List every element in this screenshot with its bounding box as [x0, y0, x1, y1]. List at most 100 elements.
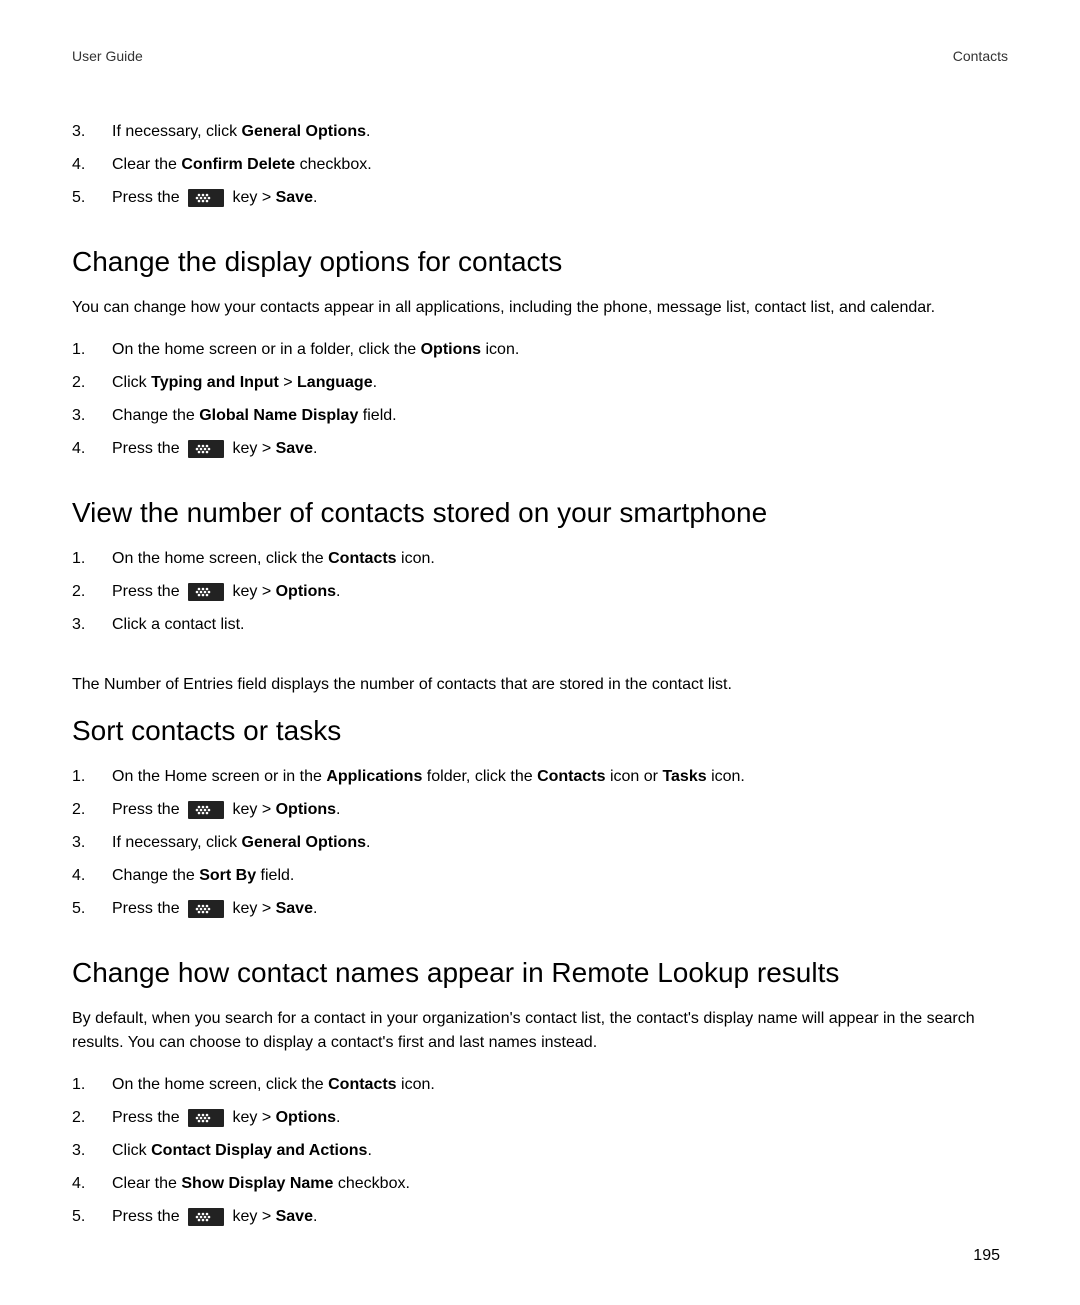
step-text: Press the key > Options. — [112, 580, 1008, 604]
step-item: 4.Clear the Confirm Delete checkbox. — [72, 153, 1008, 177]
step-text: Click Typing and Input > Language. — [112, 371, 1008, 395]
step-item: 1.On the home screen, click the Contacts… — [72, 1073, 1008, 1097]
step-item: 2.Press the key > Options. — [72, 580, 1008, 604]
step-number: 3. — [72, 404, 112, 428]
menu-key-icon — [188, 189, 224, 207]
step-item: 1.On the home screen or in a folder, cli… — [72, 338, 1008, 362]
top-steps-list: 3.If necessary, click General Options.4.… — [72, 120, 1008, 210]
bold-text: Save — [276, 440, 313, 457]
steps-list: 1.On the home screen, click the Contacts… — [72, 547, 1008, 637]
step-item: 1.On the Home screen or in the Applicati… — [72, 765, 1008, 789]
step-item: 3.Change the Global Name Display field. — [72, 404, 1008, 428]
menu-key-icon — [188, 1208, 224, 1226]
step-text: On the home screen, click the Contacts i… — [112, 547, 1008, 571]
step-text: Press the key > Save. — [112, 1205, 1008, 1229]
step-text: Press the key > Options. — [112, 1106, 1008, 1130]
page-number: 195 — [973, 1247, 1000, 1265]
step-text: Clear the Confirm Delete checkbox. — [112, 153, 1008, 177]
step-number: 1. — [72, 1073, 112, 1097]
header-left: User Guide — [72, 48, 143, 64]
bold-text: Applications — [326, 768, 422, 785]
bold-text: Contact Display and Actions — [151, 1142, 367, 1159]
step-number: 1. — [72, 547, 112, 571]
step-number: 2. — [72, 798, 112, 822]
step-text: Change the Global Name Display field. — [112, 404, 1008, 428]
step-text: Change the Sort By field. — [112, 864, 1008, 888]
step-number: 4. — [72, 153, 112, 177]
steps-list: 1.On the Home screen or in the Applicati… — [72, 765, 1008, 921]
step-text: On the Home screen or in the Application… — [112, 765, 1008, 789]
sections: Change the display options for contactsY… — [72, 246, 1008, 1229]
step-text: Press the key > Save. — [112, 897, 1008, 921]
step-item: 3.Click Contact Display and Actions. — [72, 1139, 1008, 1163]
section-heading-view-number: View the number of contacts stored on yo… — [72, 497, 1008, 529]
bold-text: Contacts — [328, 1076, 396, 1093]
step-item: 4.Press the key > Save. — [72, 437, 1008, 461]
step-number: 3. — [72, 120, 112, 144]
step-number: 2. — [72, 371, 112, 395]
page-header: User Guide Contacts — [72, 48, 1008, 64]
step-number: 3. — [72, 1139, 112, 1163]
menu-key-icon — [188, 801, 224, 819]
step-item: 5.Press the key > Save. — [72, 1205, 1008, 1229]
step-text: On the home screen, click the Contacts i… — [112, 1073, 1008, 1097]
step-number: 4. — [72, 864, 112, 888]
step-item: 2.Click Typing and Input > Language. — [72, 371, 1008, 395]
bold-text: Options — [421, 341, 481, 358]
step-item: 3.If necessary, click General Options. — [72, 120, 1008, 144]
bold-text: Sort By — [199, 867, 256, 884]
step-number: 2. — [72, 580, 112, 604]
bold-text: General Options — [242, 123, 366, 140]
bold-text: Confirm Delete — [181, 156, 295, 173]
step-number: 5. — [72, 186, 112, 210]
section-heading-change-display: Change the display options for contacts — [72, 246, 1008, 278]
step-number: 2. — [72, 1106, 112, 1130]
step-number: 3. — [72, 831, 112, 855]
step-text: If necessary, click General Options. — [112, 831, 1008, 855]
section-intro: By default, when you search for a contac… — [72, 1007, 1008, 1055]
step-text: Click a contact list. — [112, 613, 1008, 637]
bold-text: Tasks — [662, 768, 706, 785]
bold-text: Typing and Input — [151, 374, 279, 391]
step-number: 4. — [72, 1172, 112, 1196]
bold-text: Options — [276, 801, 336, 818]
bold-text: General Options — [242, 834, 366, 851]
step-item: 5.Press the key > Save. — [72, 186, 1008, 210]
step-text: If necessary, click General Options. — [112, 120, 1008, 144]
bold-text: Language — [297, 374, 373, 391]
steps-list: 1.On the home screen or in a folder, cli… — [72, 338, 1008, 461]
step-text: On the home screen or in a folder, click… — [112, 338, 1008, 362]
step-number: 1. — [72, 765, 112, 789]
step-item: 4.Change the Sort By field. — [72, 864, 1008, 888]
section-heading-remote-lookup: Change how contact names appear in Remot… — [72, 957, 1008, 989]
menu-key-icon — [188, 1109, 224, 1127]
step-text: Press the key > Options. — [112, 798, 1008, 822]
bold-text: Save — [276, 189, 313, 206]
menu-key-icon — [188, 900, 224, 918]
step-number: 4. — [72, 437, 112, 461]
bold-text: Save — [276, 900, 313, 917]
step-text: Click Contact Display and Actions. — [112, 1139, 1008, 1163]
bold-text: Contacts — [328, 550, 396, 567]
bold-text: Global Name Display — [199, 407, 358, 424]
section-outro: The Number of Entries field displays the… — [72, 673, 1008, 697]
step-text: Press the key > Save. — [112, 437, 1008, 461]
step-item: 5.Press the key > Save. — [72, 897, 1008, 921]
step-item: 4.Clear the Show Display Name checkbox. — [72, 1172, 1008, 1196]
step-text: Press the key > Save. — [112, 186, 1008, 210]
menu-key-icon — [188, 583, 224, 601]
bold-text: Options — [276, 583, 336, 600]
section-heading-sort-contacts: Sort contacts or tasks — [72, 715, 1008, 747]
header-right: Contacts — [953, 48, 1008, 64]
step-item: 1.On the home screen, click the Contacts… — [72, 547, 1008, 571]
step-item: 3.If necessary, click General Options. — [72, 831, 1008, 855]
step-item: 2.Press the key > Options. — [72, 1106, 1008, 1130]
step-text: Clear the Show Display Name checkbox. — [112, 1172, 1008, 1196]
steps-list: 1.On the home screen, click the Contacts… — [72, 1073, 1008, 1229]
bold-text: Show Display Name — [181, 1175, 333, 1192]
bold-text: Options — [276, 1109, 336, 1126]
step-number: 5. — [72, 897, 112, 921]
step-number: 5. — [72, 1205, 112, 1229]
step-number: 1. — [72, 338, 112, 362]
step-number: 3. — [72, 613, 112, 637]
